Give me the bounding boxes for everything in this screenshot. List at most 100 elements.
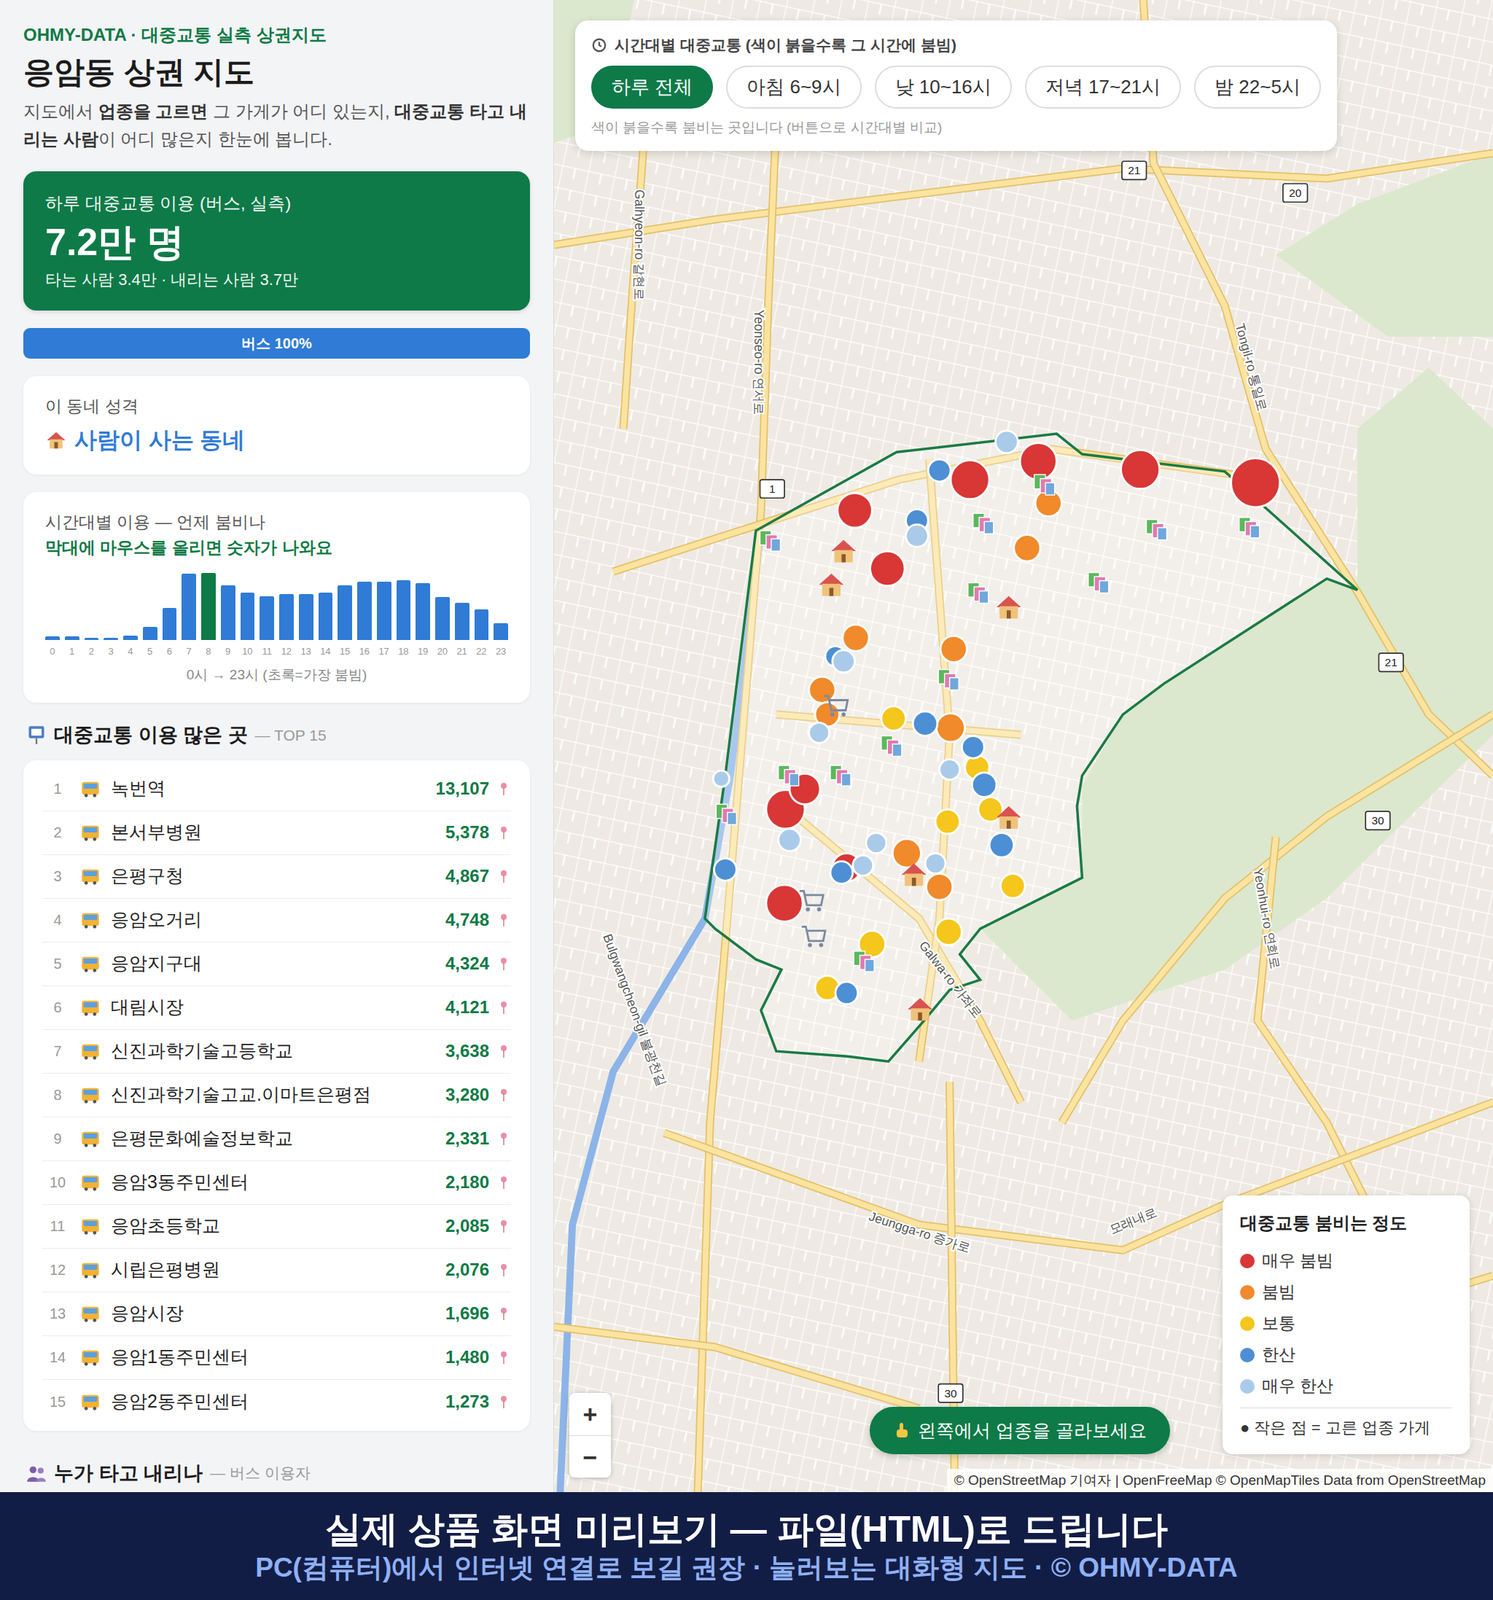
- time-filter-button[interactable]: 하루 전체: [591, 65, 713, 109]
- map[interactable]: Galhyeon-ro 갈현로Yeonseo-ro 연서로Tongil-ro 통…: [554, 0, 1493, 1493]
- stop-marker[interactable]: [935, 918, 962, 945]
- book-shop-icon[interactable]: [973, 513, 994, 534]
- stop-marker[interactable]: [1000, 874, 1026, 899]
- house-shop-icon[interactable]: [831, 540, 856, 563]
- stop-marker[interactable]: [925, 853, 946, 875]
- stop-row[interactable]: 5응암지구대4,324: [42, 942, 512, 987]
- hour-bar[interactable]: [279, 594, 294, 641]
- house-shop-icon[interactable]: [996, 806, 1022, 829]
- stop-marker[interactable]: [714, 858, 738, 882]
- stop-marker[interactable]: [835, 981, 859, 1005]
- stop-row[interactable]: 4응암오거리4,748: [42, 898, 512, 943]
- hour-bar[interactable]: [162, 607, 178, 641]
- cart-shop-icon[interactable]: [824, 696, 848, 717]
- stop-marker[interactable]: [712, 770, 730, 787]
- stop-row[interactable]: 6대림시장4,121: [42, 986, 512, 1031]
- house-shop-icon[interactable]: [901, 863, 927, 887]
- stop-row[interactable]: 2본서부병원5,378: [42, 811, 512, 856]
- stop-row[interactable]: 8신진과학기술고교.이마트은평점3,280: [42, 1073, 512, 1118]
- stop-marker[interactable]: [866, 833, 887, 854]
- hour-bar[interactable]: [493, 623, 509, 641]
- hint-button[interactable]: 왼쪽에서 업종을 골라보세요: [869, 1406, 1171, 1456]
- book-shop-icon[interactable]: [938, 669, 959, 690]
- stop-marker[interactable]: [881, 706, 907, 732]
- hour-bar[interactable]: [435, 597, 450, 641]
- stop-marker[interactable]: [789, 773, 821, 805]
- cart-shop-icon[interactable]: [801, 926, 826, 947]
- stop-marker[interactable]: [870, 551, 906, 587]
- book-shop-icon[interactable]: [853, 951, 875, 972]
- book-shop-icon[interactable]: [1088, 572, 1109, 593]
- time-filter-button[interactable]: 저녁 17~21시: [1024, 65, 1181, 109]
- time-filter-button[interactable]: 아침 6~9시: [726, 65, 861, 109]
- zoom-in-button[interactable]: +: [569, 1393, 611, 1436]
- hour-bar[interactable]: [337, 585, 353, 641]
- house-shop-icon[interactable]: [996, 596, 1022, 619]
- stop-marker[interactable]: [1231, 458, 1281, 508]
- hour-bar[interactable]: [474, 609, 490, 641]
- stop-marker[interactable]: [892, 839, 921, 868]
- stop-marker[interactable]: [995, 430, 1019, 454]
- time-filter-button[interactable]: 낮 10~16시: [874, 65, 1012, 109]
- stop-marker[interactable]: [1014, 535, 1041, 562]
- book-shop-icon[interactable]: [881, 735, 902, 756]
- stop-marker[interactable]: [989, 833, 1015, 859]
- stop-marker[interactable]: [766, 885, 803, 922]
- hour-bar[interactable]: [181, 573, 197, 641]
- hour-bar[interactable]: [357, 581, 372, 641]
- hour-bar[interactable]: [123, 635, 138, 641]
- stop-marker[interactable]: [830, 861, 853, 885]
- stop-marker[interactable]: [905, 524, 929, 548]
- hour-bar[interactable]: [318, 592, 334, 641]
- stop-row[interactable]: 12시립은평병원2,076: [42, 1248, 512, 1293]
- book-shop-icon[interactable]: [1146, 519, 1168, 541]
- stop-marker[interactable]: [978, 797, 1004, 823]
- stop-marker[interactable]: [837, 492, 873, 528]
- stop-row[interactable]: 13응암시장1,696: [42, 1292, 512, 1337]
- hour-bar[interactable]: [396, 580, 412, 641]
- stop-row[interactable]: 7신진과학기술고등학교3,638: [42, 1030, 512, 1074]
- stop-marker[interactable]: [940, 635, 967, 662]
- hour-bar[interactable]: [298, 594, 314, 641]
- book-shop-icon[interactable]: [759, 530, 781, 552]
- stop-row[interactable]: 15응암2동주민센터1,273: [42, 1380, 512, 1424]
- hour-bar[interactable]: [415, 583, 431, 641]
- hour-bar[interactable]: [45, 636, 60, 641]
- stop-marker[interactable]: [936, 713, 965, 743]
- house-shop-icon[interactable]: [819, 573, 845, 597]
- stop-marker[interactable]: [832, 650, 856, 673]
- stop-marker[interactable]: [928, 459, 951, 482]
- book-shop-icon[interactable]: [1034, 474, 1055, 495]
- stop-marker[interactable]: [961, 735, 985, 759]
- stop-marker[interactable]: [925, 874, 953, 901]
- stop-row[interactable]: 10응암3동주민센터2,180: [42, 1161, 512, 1206]
- stop-marker[interactable]: [778, 828, 802, 852]
- house-shop-icon[interactable]: [907, 998, 933, 1021]
- hour-bar[interactable]: [259, 596, 275, 641]
- book-shop-icon[interactable]: [968, 582, 989, 603]
- hour-bar[interactable]: [64, 636, 80, 641]
- hour-bar[interactable]: [240, 592, 256, 641]
- book-shop-icon[interactable]: [778, 765, 799, 786]
- stop-marker[interactable]: [939, 759, 961, 781]
- zoom-out-button[interactable]: −: [569, 1435, 611, 1478]
- hour-bar[interactable]: [376, 581, 392, 641]
- hour-bar[interactable]: [142, 626, 158, 641]
- book-shop-icon[interactable]: [715, 804, 737, 825]
- stop-marker[interactable]: [852, 855, 874, 876]
- hour-bar[interactable]: [454, 602, 470, 641]
- stop-row[interactable]: 1녹번역13,107: [42, 767, 512, 812]
- book-shop-icon[interactable]: [830, 765, 851, 786]
- stop-row[interactable]: 14응암1동주민센터1,480: [42, 1336, 512, 1381]
- stop-marker[interactable]: [950, 460, 990, 499]
- hour-bar[interactable]: [103, 637, 119, 641]
- stop-marker[interactable]: [912, 711, 938, 737]
- stop-marker[interactable]: [1121, 449, 1160, 489]
- stop-marker[interactable]: [842, 624, 869, 652]
- cart-shop-icon[interactable]: [799, 890, 824, 912]
- stop-marker[interactable]: [935, 809, 961, 834]
- stop-row[interactable]: 9은평문화예술정보학교2,331: [42, 1117, 512, 1162]
- stop-marker[interactable]: [971, 772, 997, 798]
- stop-row[interactable]: 11응암초등학교2,085: [42, 1205, 512, 1249]
- hour-bar[interactable]: [220, 585, 236, 641]
